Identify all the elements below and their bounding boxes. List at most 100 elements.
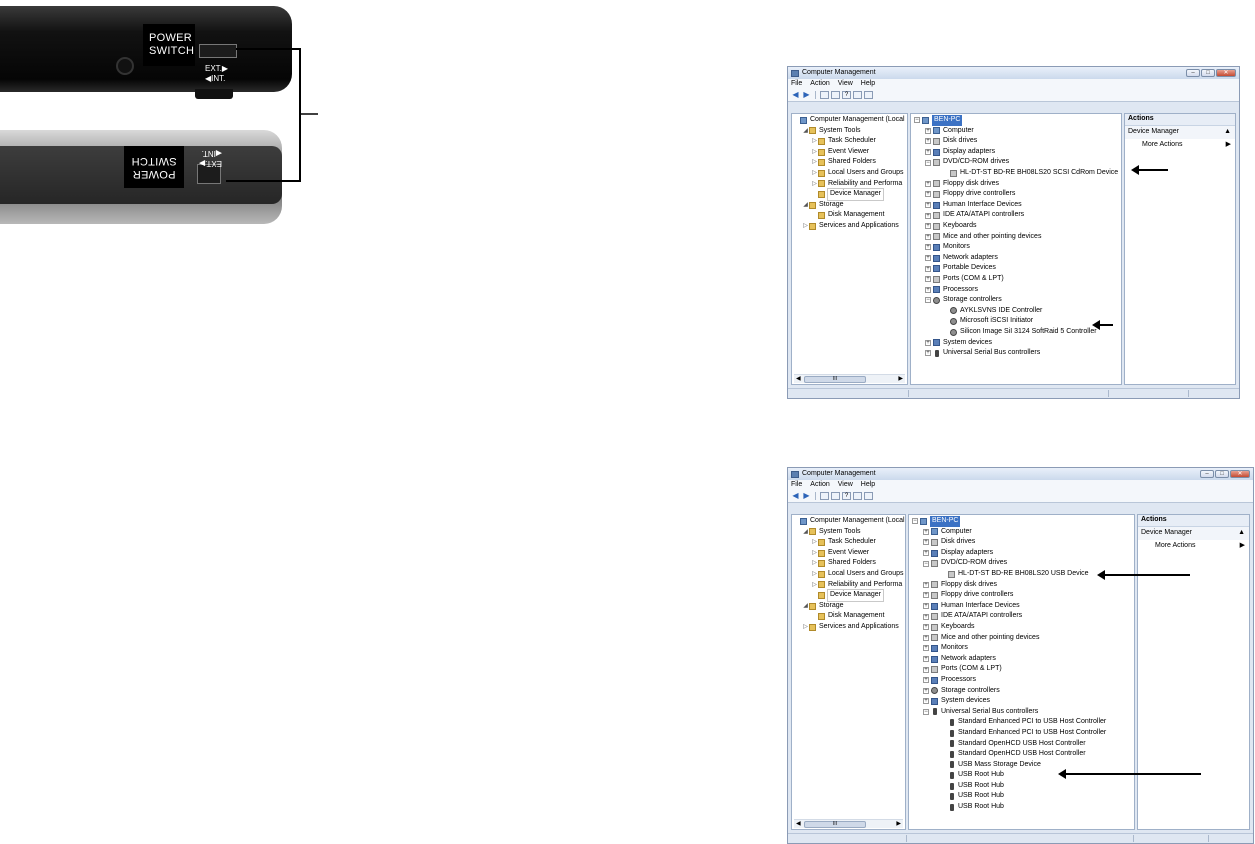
expand-box-icon[interactable]: + [923,624,929,631]
expand-box-icon[interactable]: + [923,528,929,535]
expand-box-icon[interactable]: + [925,244,931,251]
expand-box-icon[interactable]: + [925,212,931,219]
expand-box-icon[interactable]: + [925,191,931,198]
console-tree-item[interactable]: Device Manager [792,589,905,602]
properties-icon[interactable] [831,492,840,500]
expand-arrow-icon[interactable]: ▷ [802,622,809,633]
device-tree-item[interactable]: USB Root Hub [909,802,1134,813]
expand-arrow-icon[interactable]: ◢ [802,126,809,137]
expand-arrow-icon[interactable]: ▷ [811,157,818,168]
device-tree-item[interactable]: + Floppy drive controllers [909,590,1134,601]
device-tree-item[interactable]: + Keyboards [909,622,1134,633]
device-tree-item[interactable]: − BEN-PC [911,115,1121,126]
device-tree-item[interactable]: + Universal Serial Bus controllers [911,348,1121,359]
device-tree-item[interactable]: USB Mass Storage Device [909,760,1134,771]
expand-box-icon[interactable]: + [923,550,929,557]
expand-arrow-icon[interactable]: ▷ [811,136,818,147]
more-actions-item[interactable]: More Actions ▶ [1125,139,1235,152]
device-tree-item[interactable]: + Human Interface Devices [911,200,1121,211]
expand-box-icon[interactable]: + [923,666,929,673]
collapse-box-icon[interactable]: − [923,560,929,567]
device-tree-item[interactable]: + Keyboards [911,221,1121,232]
actions-device-manager[interactable]: Device Manager ▲ [1125,126,1235,139]
expand-box-icon[interactable]: + [923,613,929,620]
device-tree-item[interactable]: + Mice and other pointing devices [909,633,1134,644]
expand-box-icon[interactable]: + [925,276,931,283]
device-tree-item[interactable]: Microsoft iSCSI Initiator [911,316,1121,327]
device-tree-item[interactable]: + System devices [911,337,1121,348]
collapse-box-icon[interactable]: − [912,518,918,525]
expand-box-icon[interactable]: + [923,603,929,610]
console-tree-item[interactable]: Computer Management (Local [792,115,907,126]
device-tree-item[interactable]: + Computer [911,126,1121,137]
device-tree-item[interactable]: + IDE ATA/ATAPI controllers [911,210,1121,221]
device-tree-item[interactable]: + Display adapters [909,548,1134,559]
horizontal-scrollbar[interactable]: ◀ III ▶ [794,819,903,828]
device-tree-item[interactable]: Standard Enhanced PCI to USB Host Contro… [909,728,1134,739]
expand-box-icon[interactable]: + [925,138,931,145]
maximize-button[interactable]: □ [1201,69,1215,77]
expand-box-icon[interactable]: + [925,202,931,209]
device-tree-item[interactable]: + Display adapters [911,147,1121,158]
help-icon[interactable]: ? [842,91,851,99]
expand-box-icon[interactable]: + [925,350,931,357]
expand-arrow-icon[interactable]: ▷ [811,548,818,559]
device-tree-item[interactable]: Standard OpenHCD USB Host Controller [909,749,1134,760]
forward-arrow-icon[interactable]: ▶ [802,91,811,99]
scan-hardware-icon[interactable] [864,91,873,99]
device-tree-item[interactable]: + Mice and other pointing devices [911,232,1121,243]
device-tree-item[interactable]: Standard OpenHCD USB Host Controller [909,738,1134,749]
scroll-left-icon[interactable]: ◀ [796,819,801,829]
expand-box-icon[interactable]: + [925,286,931,293]
device-tree-item[interactable]: + Monitors [909,643,1134,654]
expand-arrow-icon[interactable]: ◢ [802,200,809,211]
maximize-button[interactable]: □ [1215,470,1229,478]
horizontal-scrollbar[interactable]: ◀ III ▶ [794,374,905,383]
expand-box-icon[interactable]: + [923,645,929,652]
scroll-thumb[interactable]: III [804,821,866,828]
expand-arrow-icon[interactable]: ▷ [811,168,818,179]
scroll-thumb[interactable]: III [804,376,866,383]
console-tree-item[interactable]: ◢ Storage [792,200,907,211]
expand-box-icon[interactable]: + [925,223,931,230]
device-tree-item[interactable]: + Floppy disk drives [911,179,1121,190]
menu-view[interactable]: View [838,79,853,89]
device-tree-item[interactable]: − DVD/CD-ROM drives [909,558,1134,569]
expand-box-icon[interactable]: + [925,127,931,134]
device-tree-item[interactable]: + Processors [911,285,1121,296]
device-tree-item[interactable]: + Monitors [911,242,1121,253]
properties-icon[interactable] [831,91,840,99]
device-tree-item[interactable]: + IDE ATA/ATAPI controllers [909,611,1134,622]
device-tree-item[interactable]: HL-DT-ST BD-RE BH08LS20 SCSI CdRom Devic… [911,168,1121,179]
console-tree-item[interactable]: ▷ Services and Applications [792,622,905,633]
expand-box-icon[interactable]: + [925,149,931,156]
device-tree-item[interactable]: + Ports (COM & LPT) [909,664,1134,675]
console-tree-item[interactable]: ▷ Reliability and Performa [792,179,907,190]
collapse-box-icon[interactable]: − [923,708,929,715]
console-tree-item[interactable]: ▷ Local Users and Groups [792,569,905,580]
device-tree-item[interactable]: + Processors [909,675,1134,686]
device-tree-item[interactable]: USB Root Hub [909,791,1134,802]
expand-arrow-icon[interactable]: ▷ [811,537,818,548]
expand-box-icon[interactable]: + [925,233,931,240]
device-tree-item[interactable]: + Network adapters [909,654,1134,665]
device-tree-item[interactable]: + Ports (COM & LPT) [911,274,1121,285]
console-tree-item[interactable]: ▷ Services and Applications [792,221,907,232]
expand-box-icon[interactable]: + [925,339,931,346]
expand-arrow-icon[interactable]: ◢ [802,527,809,538]
expand-box-icon[interactable]: + [925,180,931,187]
scroll-right-icon[interactable]: ▶ [898,374,903,384]
device-tree-item[interactable]: − BEN-PC [909,516,1134,527]
device-tree-item[interactable]: + Storage controllers [909,686,1134,697]
device-tree-item[interactable]: USB Root Hub [909,770,1134,781]
device-tree-item[interactable]: − Storage controllers [911,295,1121,306]
actions-device-manager[interactable]: Device Manager ▲ [1138,527,1249,540]
console-tree-item[interactable]: ▷ Event Viewer [792,548,905,559]
console-tree-item[interactable]: ▷ Shared Folders [792,157,907,168]
expand-arrow-icon[interactable]: ▷ [811,179,818,190]
minimize-button[interactable]: – [1186,69,1200,77]
device-tree-item[interactable]: − DVD/CD-ROM drives [911,157,1121,168]
expand-arrow-icon[interactable]: ▷ [802,221,809,232]
up-folder-icon[interactable] [820,492,829,500]
back-arrow-icon[interactable]: ◀ [791,91,800,99]
